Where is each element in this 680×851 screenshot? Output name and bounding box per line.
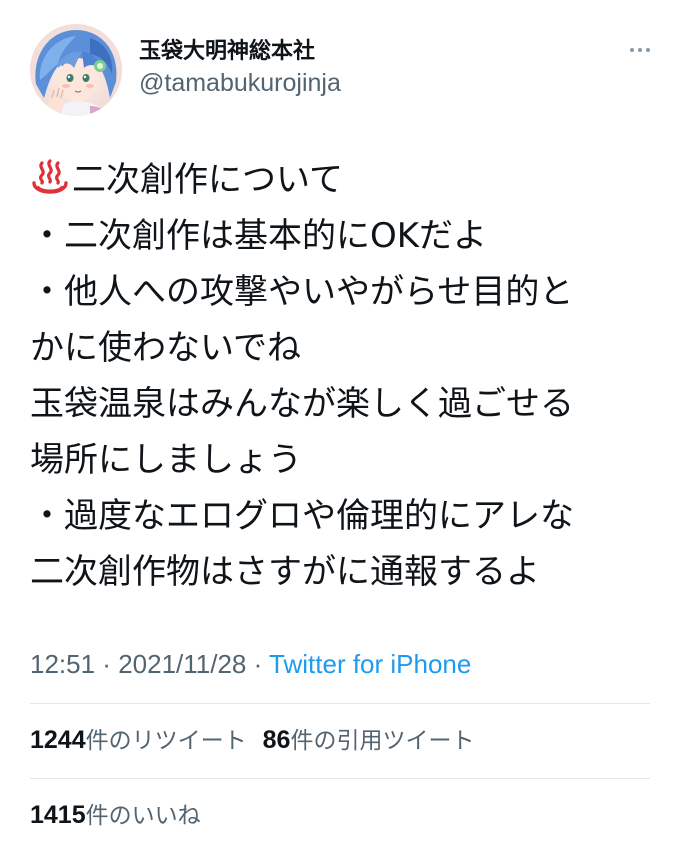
account-handle[interactable]: @tamabukurojinja: [139, 67, 341, 99]
tweet-header: 玉袋大明神総本社 @tamabukurojinja: [28, 24, 658, 120]
quotes-label: 件の引用ツイート: [290, 728, 475, 754]
tweet-detail: 玉袋大明神総本社 @tamabukurojinja 二次創作について ・二次創作…: [0, 0, 680, 851]
quotes-stat[interactable]: 86件の引用ツイート: [263, 724, 475, 757]
likes-stat[interactable]: 1415件のいいね: [30, 799, 201, 832]
meta-separator: ·: [246, 649, 270, 679]
tweet-stats-row: 1244件のリツイート 86件の引用ツイート: [30, 724, 474, 757]
quotes-count: 86: [262, 726, 291, 754]
retweets-label: 件のリツイート: [85, 728, 247, 754]
tweet-meta: 12:51 · 2021/11/28 · Twitter for iPhone: [30, 647, 471, 681]
tweet-line: 玉袋温泉はみんなが楽しく過ごせる: [30, 384, 574, 424]
hot-springs-emoji: [30, 157, 70, 197]
more-dot: [630, 48, 634, 52]
divider: [30, 703, 650, 704]
tweet-line: ・過度なエログロや倫理的にアレな: [30, 496, 574, 536]
more-dot: [646, 48, 650, 52]
tweet-line: かに使わないでね: [30, 328, 301, 368]
likes-label: 件のいいね: [85, 803, 201, 829]
tweet-source-link[interactable]: Twitter for iPhone: [269, 649, 471, 679]
character-avatar-icon[interactable]: [30, 24, 122, 116]
likes-count: 1415: [30, 801, 86, 829]
tweet-line: 二次創作物はさすがに通報するよ: [30, 552, 540, 592]
account-names: 玉袋大明神総本社 @tamabukurojinja: [139, 38, 341, 99]
tweet-line-text: 二次創作について: [72, 160, 343, 200]
tweet-date[interactable]: 2021/11/28: [118, 649, 246, 679]
tweet-time[interactable]: 12:51: [30, 649, 95, 679]
tweet-line: ・他人への攻撃やいやがらせ目的と: [30, 272, 574, 312]
more-dot: [638, 48, 642, 52]
retweets-count: 1244: [30, 726, 86, 754]
retweets-stat[interactable]: 1244件のリツイート: [30, 724, 247, 757]
more-options-icon[interactable]: [622, 38, 658, 62]
tweet-line: 二次創作について: [30, 152, 655, 208]
tweet-likes-row: 1415件のいいね: [30, 799, 201, 832]
tweet-line: ・二次創作は基本的にOKだよ: [30, 216, 488, 256]
meta-separator: ·: [95, 649, 119, 679]
tweet-text: 二次創作について ・二次創作は基本的にOKだよ ・他人への攻撃やいやがらせ目的と…: [30, 152, 655, 600]
tweet-line: 場所にしましょう: [30, 440, 302, 480]
divider: [30, 778, 650, 779]
display-name[interactable]: 玉袋大明神総本社: [139, 38, 341, 66]
